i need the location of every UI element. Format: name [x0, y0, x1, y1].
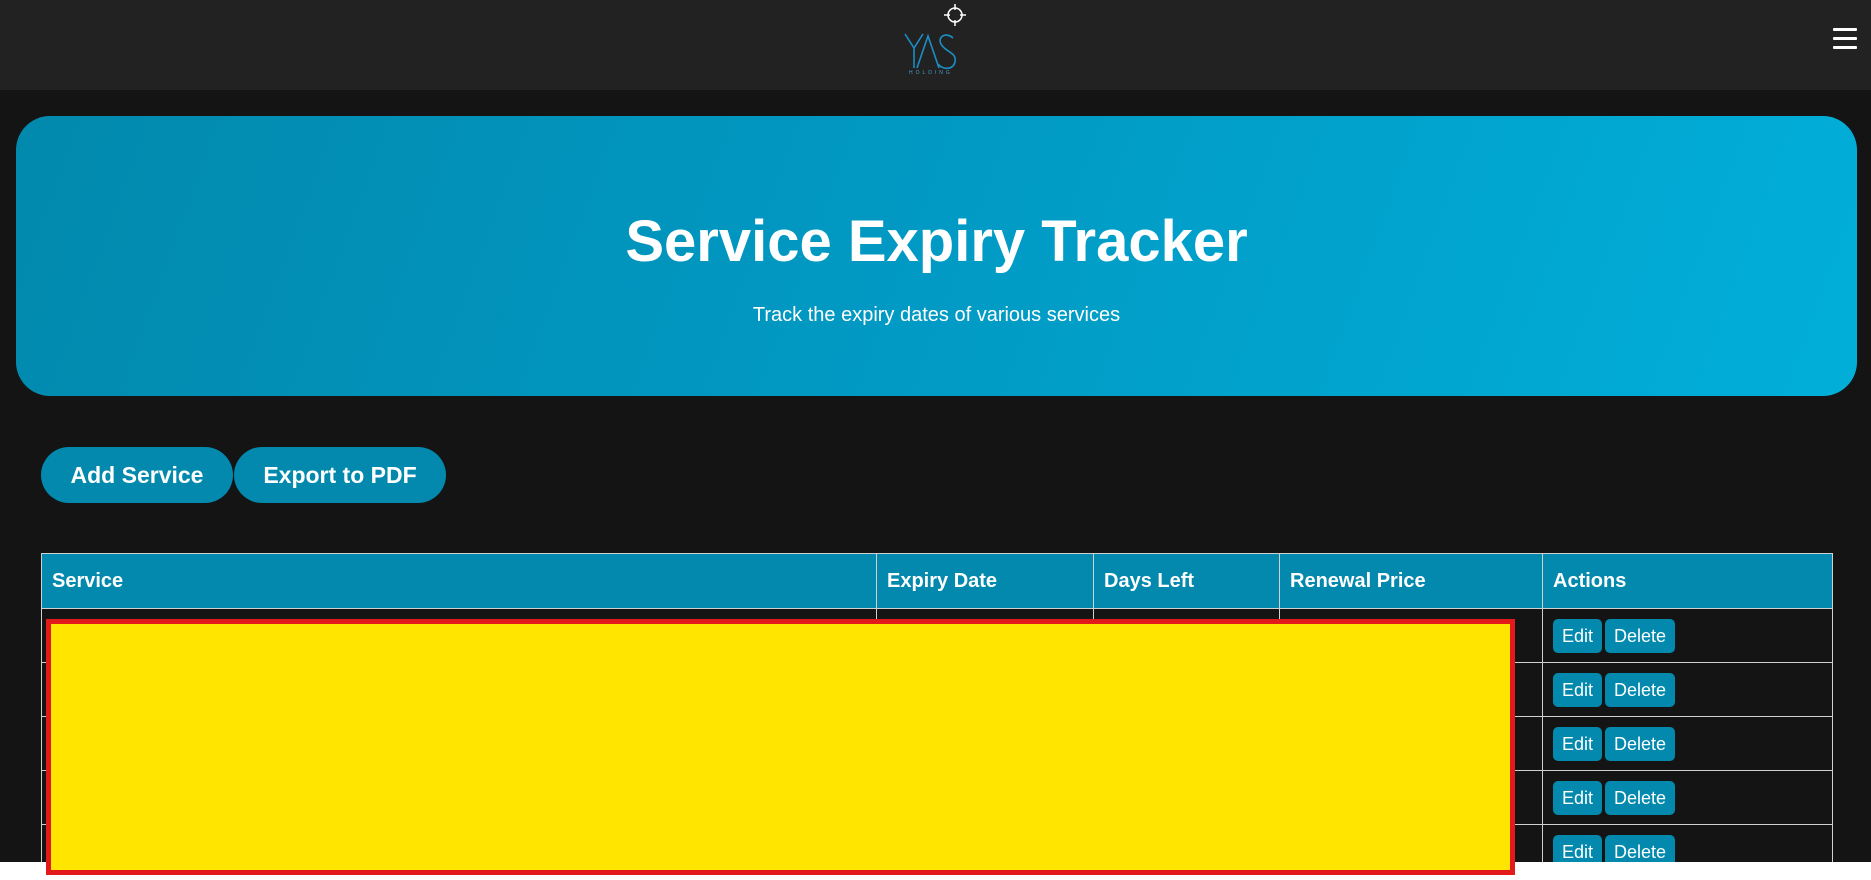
menu-bar — [1833, 28, 1857, 31]
delete-button[interactable]: Delete — [1605, 618, 1676, 653]
delete-button[interactable]: Delete — [1605, 834, 1676, 862]
column-header-renewal-price[interactable]: Renewal Price — [1279, 553, 1543, 609]
actions-cell: Edit Delete — [1542, 608, 1833, 663]
delete-button[interactable]: Delete — [1605, 726, 1676, 761]
column-header-service[interactable]: Service — [41, 553, 877, 609]
yas-holding-logo[interactable]: HOLDING — [895, 2, 975, 78]
column-header-actions: Actions — [1542, 553, 1833, 609]
hamburger-menu-icon[interactable] — [1833, 28, 1857, 54]
edit-button[interactable]: Edit — [1553, 780, 1603, 815]
export-pdf-button[interactable]: Export to PDF — [234, 447, 446, 503]
edit-button[interactable]: Edit — [1553, 618, 1603, 653]
logo-subtext: HOLDING — [909, 70, 953, 76]
actions-cell: Edit Delete — [1542, 770, 1833, 825]
page-title: Service Expiry Tracker — [625, 209, 1248, 274]
delete-button[interactable]: Delete — [1605, 780, 1676, 815]
redaction-box — [46, 619, 1515, 875]
top-navbar: HOLDING — [0, 0, 1871, 90]
delete-button[interactable]: Delete — [1605, 672, 1676, 707]
edit-button[interactable]: Edit — [1553, 726, 1603, 761]
actions-cell: Edit Delete — [1542, 716, 1833, 771]
hero-banner: Service Expiry Tracker Track the expiry … — [16, 116, 1857, 396]
edit-button[interactable]: Edit — [1553, 834, 1603, 862]
add-service-button[interactable]: Add Service — [41, 447, 233, 503]
column-header-days-left[interactable]: Days Left — [1093, 553, 1280, 609]
actions-cell: Edit Delete — [1542, 824, 1833, 862]
page-subtitle: Track the expiry dates of various servic… — [752, 304, 1121, 326]
edit-button[interactable]: Edit — [1553, 672, 1603, 707]
table-header-row: Service Expiry Date Days Left Renewal Pr… — [41, 553, 1833, 609]
menu-bar — [1833, 46, 1857, 49]
column-header-expiry-date[interactable]: Expiry Date — [876, 553, 1094, 609]
menu-bar — [1833, 37, 1857, 40]
actions-cell: Edit Delete — [1542, 662, 1833, 717]
